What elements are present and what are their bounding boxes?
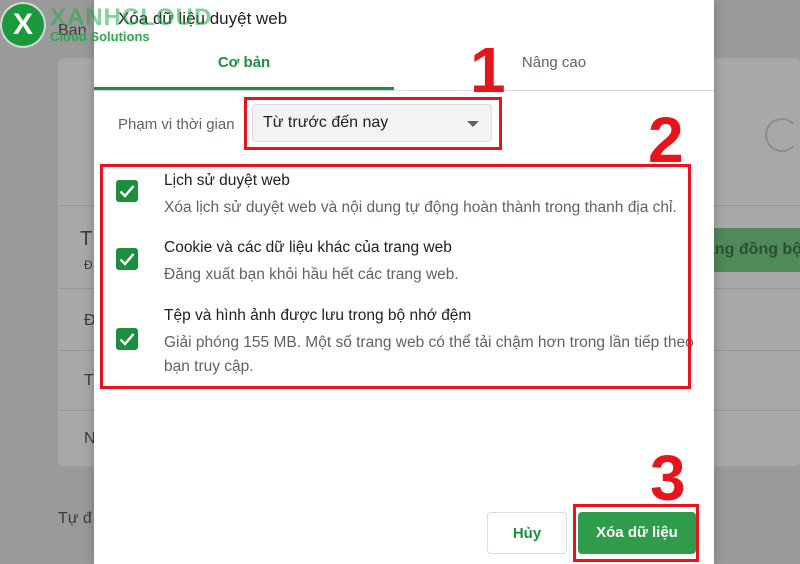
option-cookies[interactable]: Cookie và các dữ liệu khác của trang web… — [116, 239, 696, 289]
option-cached-files[interactable]: Tệp và hình ảnh được lưu trong bộ nhớ đệ… — [116, 307, 696, 379]
option-title: Lịch sử duyệt web — [164, 172, 290, 189]
tab-basic[interactable]: Cơ bản — [94, 44, 394, 90]
logo-name: XANHCLOUD — [50, 4, 213, 31]
time-range-label: Phạm vi thời gian — [118, 116, 235, 133]
annotation-number-1: 1 — [470, 34, 506, 106]
option-title: Cookie và các dữ liệu khác của trang web — [164, 239, 452, 256]
logo-tagline: Cloud Solutions — [50, 29, 150, 44]
annotation-number-2: 2 — [648, 104, 684, 176]
clear-data-button[interactable]: Xóa dữ liệu — [578, 512, 696, 554]
checkbox-checked-icon[interactable] — [116, 328, 138, 350]
tab-bar: Cơ bản Nâng cao — [94, 44, 714, 91]
checkbox-checked-icon[interactable] — [116, 248, 138, 270]
option-browsing-history[interactable]: Lịch sử duyệt web Xóa lịch sử duyệt web … — [116, 172, 696, 222]
logo-text: XANHCLOUD Cloud Solutions — [50, 6, 212, 44]
annotation-number-3: 3 — [650, 442, 686, 514]
sync-button[interactable]: ăng đồng bộ — [700, 228, 800, 272]
background-text: Tự đ — [58, 510, 92, 527]
cancel-button[interactable]: Hủy — [487, 512, 567, 554]
time-range-select[interactable]: Từ trước đến nay — [252, 104, 492, 142]
refresh-icon — [765, 118, 799, 152]
dropdown-arrow-icon — [467, 121, 479, 127]
option-title: Tệp và hình ảnh được lưu trong bộ nhớ đệ… — [164, 307, 472, 324]
background-text: T — [80, 228, 93, 250]
time-range-value: Từ trước đến nay — [263, 114, 389, 131]
option-description: Đăng xuất bạn khỏi hầu hết các trang web… — [164, 266, 459, 283]
tab-advanced[interactable]: Nâng cao — [404, 44, 704, 88]
clear-browsing-data-dialog: Xóa dữ liệu duyệt web Cơ bản Nâng cao Ph… — [94, 0, 714, 564]
background-text: T — [84, 372, 94, 389]
xanhcloud-logo: X XANHCLOUD Cloud Solutions — [2, 2, 212, 48]
logo-badge: X — [2, 4, 44, 46]
checkbox-checked-icon[interactable] — [116, 180, 138, 202]
background-text: Đ — [84, 258, 93, 272]
option-description: Giải phóng 155 MB. Một số trang web có t… — [164, 334, 694, 375]
option-description: Xóa lịch sử duyệt web và nội dung tự độn… — [164, 199, 677, 216]
